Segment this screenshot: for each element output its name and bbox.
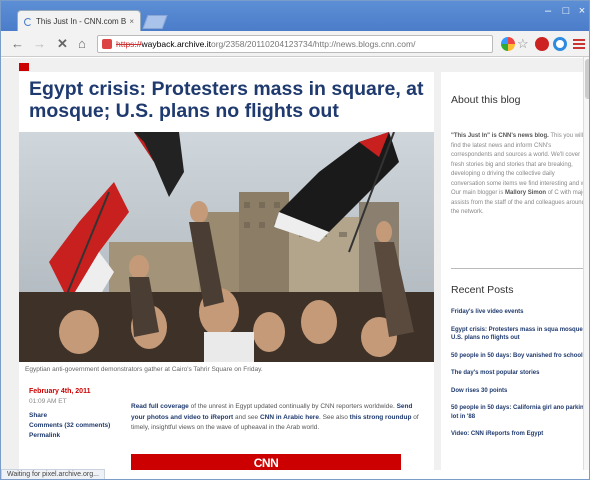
extension-icon[interactable] bbox=[501, 37, 515, 51]
home-icon[interactable]: ⌂ bbox=[78, 36, 86, 52]
share-link[interactable]: Share bbox=[29, 411, 124, 421]
permalink-link[interactable]: Permalink bbox=[29, 431, 124, 441]
article-headline[interactable]: Egypt crisis: Protesters mass in square,… bbox=[29, 78, 429, 122]
maximize-button[interactable]: □ bbox=[559, 3, 573, 19]
page-content: Egypt crisis: Protesters mass in square,… bbox=[1, 58, 589, 470]
cnn-logo-banner[interactable]: CNN bbox=[131, 454, 401, 470]
recent-post-link[interactable]: Dow rises 30 points bbox=[451, 387, 589, 396]
recent-post-link[interactable]: Video: CNN iReports from Egypt bbox=[451, 430, 589, 439]
post-date: February 4th, 2011 bbox=[29, 388, 91, 395]
extension-ring-icon[interactable] bbox=[553, 37, 567, 51]
about-blog-title: About this blog bbox=[451, 94, 521, 106]
bookmark-star-icon[interactable]: ☆ bbox=[517, 37, 531, 51]
browser-toolbar: ← → ✕ ⌂ https:// wayback.archive.it org/… bbox=[1, 31, 589, 57]
protest-photo-illustration bbox=[19, 132, 434, 362]
article-body: Read full coverage of the unrest in Egyp… bbox=[131, 402, 421, 434]
red-marker bbox=[19, 63, 29, 71]
tab-title: This Just In - CNN.com Bl bbox=[36, 17, 127, 26]
url-host: wayback.archive.it bbox=[141, 39, 211, 49]
recent-post-link[interactable]: Friday's live video events bbox=[451, 308, 589, 317]
body-text: and see bbox=[233, 413, 260, 421]
cnn-arabic-link[interactable]: CNN in Arabic here bbox=[260, 414, 319, 421]
new-tab-button[interactable] bbox=[142, 15, 168, 29]
recent-post-link[interactable]: The day's most popular stories bbox=[451, 369, 589, 378]
address-bar[interactable]: https:// wayback.archive.it org/2358/201… bbox=[97, 35, 493, 53]
recent-posts-title: Recent Posts bbox=[451, 284, 514, 296]
menu-icon[interactable] bbox=[573, 39, 585, 49]
tab-close-icon[interactable]: × bbox=[129, 17, 134, 26]
recent-post-link[interactable]: 50 people in 50 days: California girl an… bbox=[451, 404, 589, 421]
body-text: of the unrest in Egypt updated continual… bbox=[188, 403, 397, 410]
body-text: . See also bbox=[318, 413, 350, 421]
about-blog-body: This you will find the latest news and i… bbox=[451, 133, 586, 196]
close-window-button[interactable]: × bbox=[575, 3, 589, 19]
recent-post-link[interactable]: Egypt crisis: Protesters mass in squa mo… bbox=[451, 326, 589, 343]
url-path: org/2358/20110204123734/http://news.blog… bbox=[210, 39, 416, 49]
minimize-button[interactable]: – bbox=[541, 3, 555, 19]
post-meta: February 4th, 2011 01:09 AM ET Share Com… bbox=[29, 387, 124, 441]
back-arrow-icon[interactable]: ← bbox=[11, 36, 24, 52]
browser-window: This Just In - CNN.com Bl × – □ × ← → ✕ … bbox=[0, 0, 590, 480]
page-scrollbar[interactable] bbox=[583, 57, 589, 470]
insecure-lock-icon[interactable] bbox=[102, 39, 112, 49]
article-photo[interactable] bbox=[19, 132, 434, 362]
about-blog-text: "This Just In" is CNN's news blog. This … bbox=[451, 132, 589, 218]
loading-spinner-icon bbox=[24, 17, 32, 26]
scrollbar-thumb[interactable] bbox=[585, 59, 589, 99]
pinterest-icon[interactable] bbox=[535, 37, 549, 51]
comments-link[interactable]: Comments (32 comments) bbox=[29, 421, 124, 431]
stop-loading-icon[interactable]: ✕ bbox=[57, 36, 68, 52]
about-blog-bold: "This Just In" is CNN's news blog. bbox=[451, 133, 549, 139]
title-bar: This Just In - CNN.com Bl × – □ × bbox=[1, 1, 589, 32]
forward-arrow-icon[interactable]: → bbox=[33, 36, 46, 52]
status-bar: Waiting for pixel.archive.org... bbox=[1, 469, 105, 479]
full-coverage-link[interactable]: Read full coverage bbox=[131, 403, 189, 410]
roundup-link[interactable]: this strong roundup bbox=[350, 414, 412, 421]
recent-post-link[interactable]: 50 people in 50 days: Boy vanished fro s… bbox=[451, 352, 589, 361]
post-time: 01:09 AM ET bbox=[29, 398, 67, 405]
url-protocol: https:// bbox=[116, 39, 142, 49]
photo-caption: Egyptian anti-government demonstrators g… bbox=[25, 366, 263, 373]
sidebar: About this blog "This Just In" is CNN's … bbox=[441, 72, 589, 470]
recent-posts-list: Friday's live video events Egypt crisis:… bbox=[451, 308, 589, 448]
blogger-link[interactable]: Mallory Simon bbox=[505, 190, 546, 196]
article-panel: Egypt crisis: Protesters mass in square,… bbox=[19, 72, 434, 470]
sidebar-divider bbox=[451, 268, 587, 269]
browser-tab[interactable]: This Just In - CNN.com Bl × bbox=[17, 10, 141, 32]
